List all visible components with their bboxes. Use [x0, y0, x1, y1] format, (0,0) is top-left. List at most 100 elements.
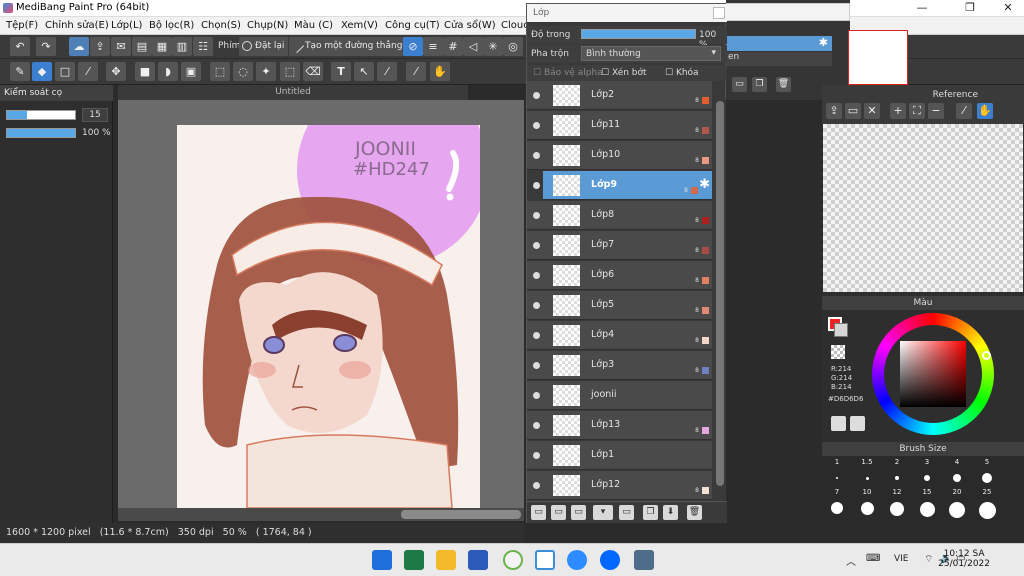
- shape-tool-icon[interactable]: ■: [135, 62, 155, 81]
- layer-row[interactable]: Lớp12 8: [527, 471, 712, 500]
- redo-icon[interactable]: ↷: [36, 37, 56, 56]
- brush-size-input[interactable]: 15: [82, 108, 108, 122]
- grid-icon[interactable]: ▥: [172, 37, 192, 56]
- magic-wand-icon[interactable]: ✦: [256, 62, 276, 81]
- brush-opacity-slider[interactable]: [6, 128, 76, 138]
- layer-row[interactable]: Lớp11 8: [527, 111, 712, 140]
- word-icon[interactable]: [468, 550, 488, 570]
- brush-size-option[interactable]: [890, 502, 904, 516]
- eyedropper-icon[interactable]: ⁄: [406, 62, 426, 81]
- merge-layer-icon[interactable]: ⬇: [663, 505, 678, 520]
- gradient-tool-icon[interactable]: ▣: [181, 62, 201, 81]
- eraser-tool-icon[interactable]: ◆: [32, 62, 52, 81]
- visibility-eye-icon[interactable]: [533, 362, 540, 369]
- menu-color[interactable]: Màu (C): [294, 20, 333, 31]
- grid-snap-icon[interactable]: #: [443, 37, 463, 56]
- visibility-eye-icon[interactable]: [533, 212, 540, 219]
- gear-icon[interactable]: ✱: [726, 36, 832, 51]
- select-pen-icon[interactable]: ⬚: [280, 62, 300, 81]
- clipping-checkbox[interactable]: ☐ Xén bớt: [601, 68, 647, 78]
- select-eraser-icon[interactable]: ⌫: [303, 62, 323, 81]
- layer-row[interactable]: Lớp10 8: [527, 141, 712, 170]
- zoom-out-icon[interactable]: −: [928, 103, 944, 119]
- calculator-icon[interactable]: [634, 550, 654, 570]
- visibility-eye-icon[interactable]: [533, 92, 540, 99]
- visibility-eye-icon[interactable]: [533, 272, 540, 279]
- folder-icon[interactable]: ▭: [732, 77, 747, 92]
- language-indicator[interactable]: VIE: [894, 554, 909, 564]
- new-8bit-layer-icon[interactable]: ▭: [571, 505, 586, 520]
- zalo-icon[interactable]: [600, 550, 620, 570]
- file-explorer-icon[interactable]: [436, 550, 456, 570]
- visibility-eye-icon[interactable]: [533, 422, 540, 429]
- layer-row[interactable]: Lớp2 8: [527, 81, 712, 110]
- menu-filter[interactable]: Bộ lọc(R): [149, 20, 194, 31]
- secondary-color-swatch[interactable]: [834, 323, 848, 337]
- start-icon[interactable]: [372, 550, 392, 570]
- trash-icon[interactable]: 🗑: [776, 77, 791, 92]
- dot-tool-icon[interactable]: □: [55, 62, 75, 81]
- wifi-icon[interactable]: ⌔: [924, 553, 933, 566]
- hand-tool-icon[interactable]: ✋: [430, 62, 450, 81]
- layer-row[interactable]: joonii: [527, 381, 712, 410]
- divide-tool-icon[interactable]: ⁄: [377, 62, 397, 81]
- canvas-paper[interactable]: JOONII #HD247: [177, 74, 489, 509]
- hue-handle[interactable]: [982, 351, 991, 360]
- operation-tool-icon[interactable]: ↖: [354, 62, 374, 81]
- brush-size-slider[interactable]: [6, 110, 76, 120]
- visibility-eye-icon[interactable]: [533, 182, 540, 189]
- move-tool-icon[interactable]: ✥: [106, 62, 126, 81]
- brush-size-option[interactable]: [949, 502, 965, 518]
- scrollbar-thumb[interactable]: [716, 101, 724, 486]
- upload-icon[interactable]: ⇪: [826, 103, 842, 119]
- blur-tool-icon[interactable]: ⁄: [78, 62, 98, 81]
- menu-layer[interactable]: Lớp(L): [111, 20, 142, 31]
- parallel-snap-icon[interactable]: ≡: [423, 37, 443, 56]
- layer-panel-close[interactable]: [713, 7, 725, 19]
- brush-size-option[interactable]: [978, 502, 996, 519]
- canvas-tab[interactable]: Untitled: [118, 85, 468, 100]
- visibility-eye-icon[interactable]: [533, 122, 540, 129]
- brush-tool-icon[interactable]: ✎: [10, 62, 30, 81]
- layer-list-scrollbar[interactable]: [714, 99, 726, 502]
- menu-tools[interactable]: Công cụ(T): [385, 20, 440, 31]
- brush-size-option[interactable]: [865, 476, 869, 480]
- brush-size-option[interactable]: [953, 474, 961, 482]
- share-icon[interactable]: ⇪: [90, 37, 110, 56]
- visibility-eye-icon[interactable]: [533, 302, 540, 309]
- layer-row[interactable]: Lớp1: [527, 441, 712, 470]
- layer-row[interactable]: Lớp4 8: [527, 321, 712, 350]
- comment-icon[interactable]: ✉: [111, 37, 131, 56]
- new-layer-icon[interactable]: ▭: [531, 505, 546, 520]
- lock-checkbox[interactable]: ☐ Khóa: [665, 68, 699, 78]
- duplicate-layer-icon[interactable]: ❐: [643, 505, 658, 520]
- menu-cloud[interactable]: Clouc: [501, 20, 529, 31]
- reset-button[interactable]: Đặt lại: [239, 37, 289, 56]
- menu-edit[interactable]: Chỉnh sửa(E): [45, 20, 109, 31]
- layer-opacity-slider[interactable]: [581, 29, 696, 39]
- brush-size-option[interactable]: [982, 473, 992, 483]
- note-icon[interactable]: ▤: [132, 37, 152, 56]
- menu-select[interactable]: Chọn(S): [201, 20, 241, 31]
- canvas-horizontal-scrollbar[interactable]: [118, 508, 524, 521]
- visibility-eye-icon[interactable]: [533, 152, 540, 159]
- keyboard-icon[interactable]: ⌨: [866, 553, 880, 564]
- palette-settings-icon[interactable]: [850, 416, 865, 431]
- add-layer-menu-icon[interactable]: ▾: [593, 505, 613, 520]
- straight-line-button[interactable]: Tạo một đường thẳng: [289, 37, 407, 56]
- eyedropper-icon[interactable]: ⁄: [956, 103, 972, 119]
- menu-capture[interactable]: Chụp(N): [247, 20, 288, 31]
- protect-alpha-checkbox[interactable]: ☐ Bảo vệ alpha: [533, 68, 603, 78]
- menu-file[interactable]: Tệp(F): [6, 20, 38, 31]
- excel-icon[interactable]: [404, 550, 424, 570]
- select-tool-icon[interactable]: ⬚: [210, 62, 230, 81]
- layer-row[interactable]: Lớp5 8: [527, 291, 712, 320]
- visibility-eye-icon[interactable]: [533, 242, 540, 249]
- brush-size-option[interactable]: [895, 476, 899, 480]
- menu-window[interactable]: Cửa sổ(W): [444, 20, 496, 31]
- menu-view[interactable]: Xem(V): [341, 20, 378, 31]
- lasso-tool-icon[interactable]: ◌: [233, 62, 253, 81]
- visibility-eye-icon[interactable]: [533, 482, 540, 489]
- layer-row[interactable]: Lớp8 8: [527, 201, 712, 230]
- minimize-button[interactable]: —: [907, 0, 937, 17]
